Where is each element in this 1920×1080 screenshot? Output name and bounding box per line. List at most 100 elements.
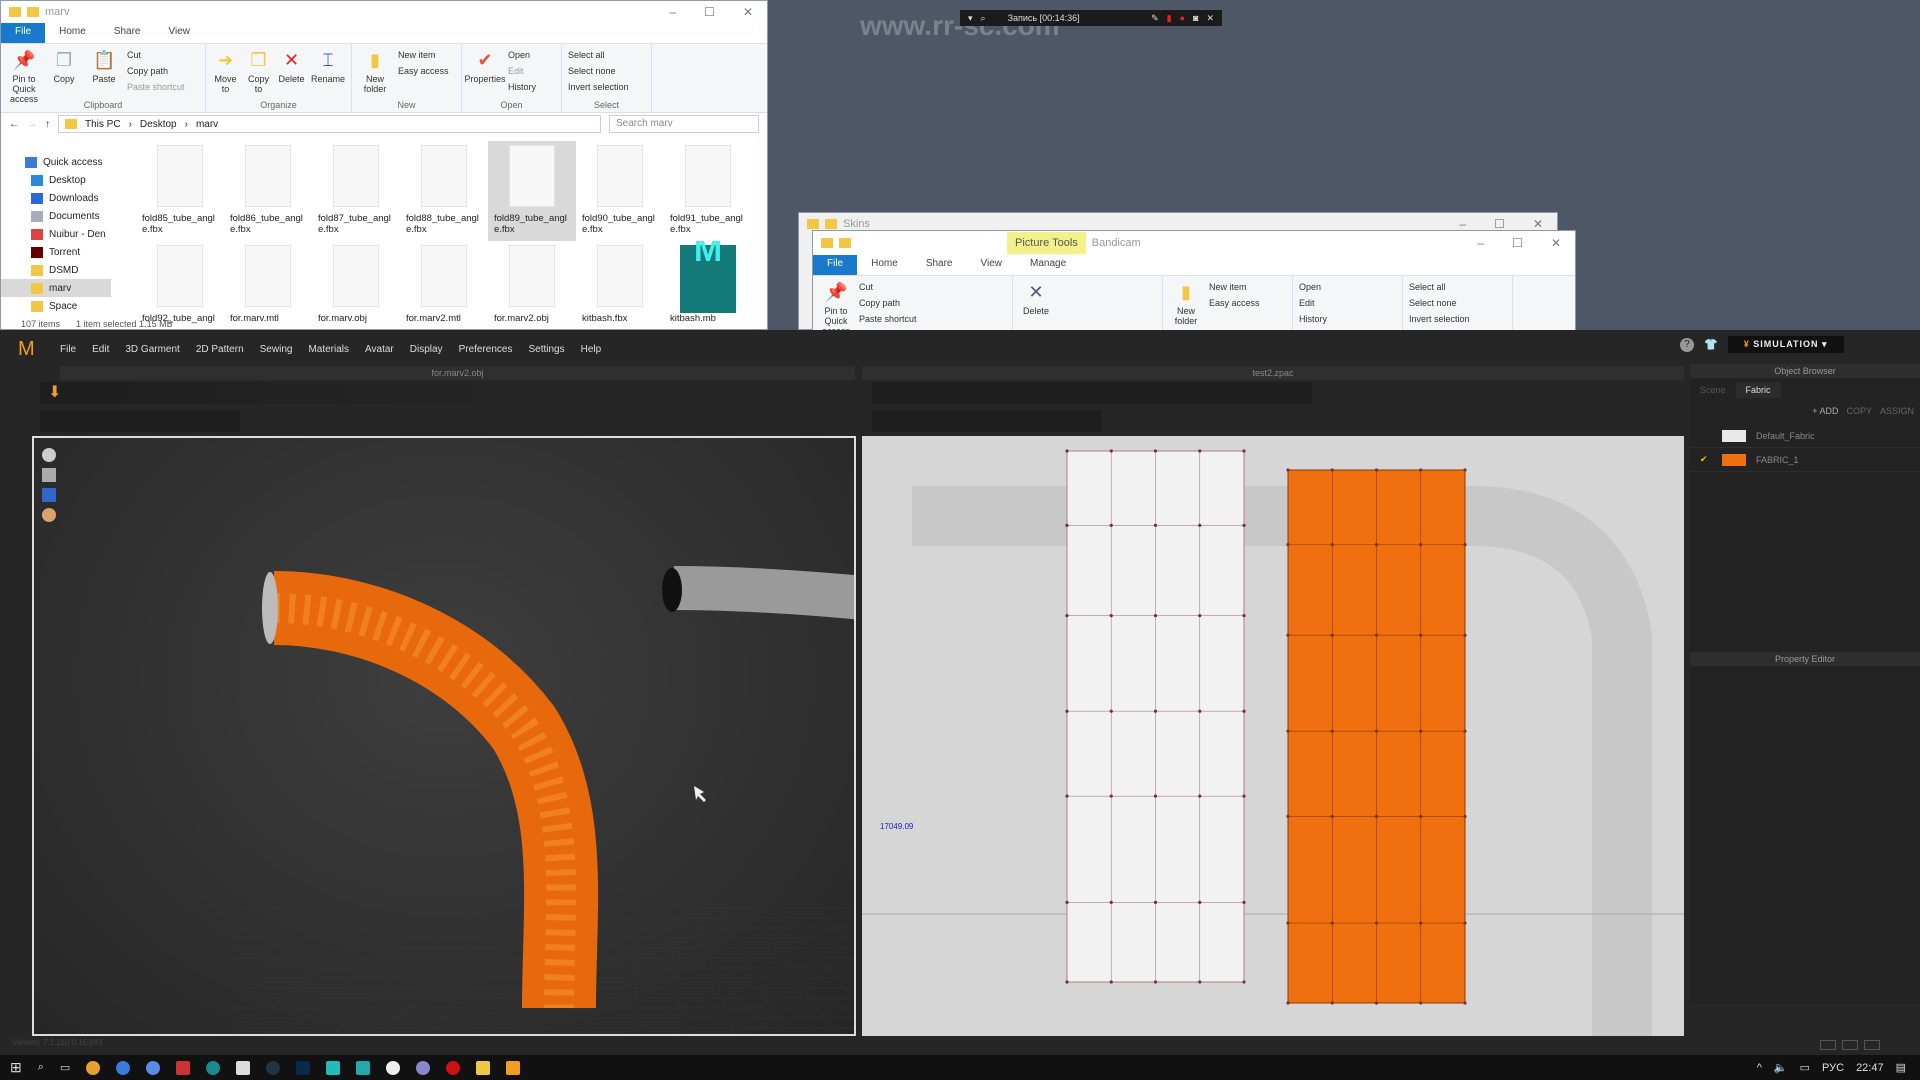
address-bar[interactable]: This PC › Desktop › marv (58, 115, 601, 133)
marvelous-designer-icon[interactable] (506, 1060, 521, 1075)
up-button[interactable]: ↑ (45, 119, 50, 130)
file-item[interactable]: fold90_tube_angle.fbx (576, 141, 664, 241)
menu-2d-pattern[interactable]: 2D Pattern (196, 344, 244, 355)
app-icon-teal[interactable] (206, 1060, 221, 1075)
history-button[interactable]: History (1299, 314, 1327, 324)
toolbar-2d-row2[interactable] (872, 410, 1102, 432)
help-icon[interactable]: ? (1680, 337, 1694, 352)
tab-fabric[interactable]: Fabric (1735, 382, 1781, 398)
select-all-button[interactable]: Select all (568, 50, 629, 60)
avatar-skin-icon[interactable] (42, 508, 56, 522)
minimize-button[interactable]: – (669, 5, 676, 19)
nav-item[interactable]: Desktop (1, 171, 111, 189)
file-item[interactable]: fold85_tube_angle.fbx (136, 141, 224, 241)
chrome-icon[interactable] (86, 1060, 101, 1075)
task-view-icon[interactable]: ▭ (60, 1061, 70, 1074)
copy-to-button[interactable]: ❐ Copy to (245, 48, 272, 108)
file-item[interactable]: fold88_tube_angle.fbx (400, 141, 488, 241)
delete-button[interactable]: ✕ Delete (1019, 280, 1053, 326)
paste-shortcut-button[interactable]: Paste shortcut (859, 314, 917, 324)
app-icon-blue[interactable] (116, 1060, 131, 1075)
open-button[interactable]: Open (508, 50, 536, 60)
easy-access-button[interactable]: Easy access (1209, 298, 1260, 308)
file-item[interactable]: for.marv2.obj (488, 241, 576, 341)
rename-button[interactable]: ⌶ Rename (311, 48, 345, 108)
viewport-2d[interactable]: 17049.09 (862, 436, 1684, 1036)
file-item[interactable]: kitbash.fbx (576, 241, 664, 341)
nav-item[interactable]: Torrent (1, 243, 111, 261)
file-item[interactable]: for.marv2.mtl (400, 241, 488, 341)
pause-button[interactable]: ▮ (1167, 13, 1172, 24)
clock[interactable]: 22:47 (1856, 1062, 1884, 1074)
menu-preferences[interactable]: Preferences (459, 344, 513, 355)
toolbar-3d-row1[interactable]: ⬇ (40, 382, 500, 404)
toolbar-3d-row2[interactable] (40, 410, 240, 432)
viewport-3d[interactable] (32, 436, 885, 1039)
network-icon[interactable]: ▭ (1800, 1061, 1810, 1074)
app-icon-navy[interactable] (266, 1060, 281, 1075)
menu-materials[interactable]: Materials (308, 344, 349, 355)
delete-button[interactable]: ✕ Delete (278, 48, 305, 108)
nav-item[interactable]: DSMD (1, 261, 111, 279)
paste-button[interactable]: 📋 Paste (87, 48, 121, 108)
tab-home[interactable]: Home (45, 23, 100, 43)
app-icon-purple[interactable] (416, 1060, 431, 1075)
copy-path-button[interactable]: Copy path (127, 66, 185, 76)
new-item-button[interactable]: New item (1209, 282, 1260, 292)
toolbar-2d-row1[interactable] (872, 382, 1312, 404)
menu-settings[interactable]: Settings (528, 344, 564, 355)
fabric-item[interactable]: ✔ FABRIC_1 (1690, 448, 1920, 472)
app-icon-white[interactable] (386, 1060, 401, 1075)
notifications-icon[interactable]: ▤ (1896, 1061, 1906, 1074)
search-icon[interactable]: ⌕ (38, 1061, 44, 1074)
maya-icon[interactable] (326, 1060, 341, 1075)
tab-home[interactable]: Home (857, 255, 912, 275)
tab-file[interactable]: File (813, 255, 858, 275)
tab-view[interactable]: View (155, 23, 205, 43)
camera-icon[interactable]: ◙ (1193, 13, 1198, 23)
menu-help[interactable]: Help (581, 344, 602, 355)
xmind-icon[interactable] (176, 1060, 191, 1075)
forward-button[interactable]: → (27, 119, 37, 130)
nav-item[interactable]: Downloads (1, 189, 111, 207)
windows-start-icon[interactable]: ⊞ (10, 1059, 22, 1076)
maximize-button[interactable]: ☐ (704, 5, 715, 19)
app-icon-blue2[interactable] (146, 1060, 161, 1075)
menu-display[interactable]: Display (410, 344, 443, 355)
volume-icon[interactable]: 🔈 (1774, 1061, 1788, 1074)
stop-button[interactable]: ● (1180, 13, 1185, 23)
file-item[interactable]: fold89_tube_angle.fbx (488, 141, 576, 241)
nav-item[interactable]: Documents (1, 207, 111, 225)
tab-share[interactable]: Share (100, 23, 155, 43)
history-button[interactable]: History (508, 82, 536, 92)
menu-sewing[interactable]: Sewing (260, 344, 293, 355)
nav-item[interactable]: Space (1, 297, 111, 315)
edit-button[interactable]: Edit (1299, 298, 1327, 308)
move-to-button[interactable]: ➜ Move to (212, 48, 239, 108)
edit-button[interactable]: Edit (508, 66, 536, 76)
invert-selection-button[interactable]: Invert selection (568, 82, 629, 92)
assign-fabric-button[interactable]: ASSIGN (1880, 406, 1914, 416)
select-none-button[interactable]: Select none (568, 66, 629, 76)
dropdown-icon[interactable]: ▾ (968, 13, 973, 24)
new-folder-button[interactable]: ▮ New folder (358, 48, 392, 108)
shirt-icon[interactable]: 👕 (1704, 338, 1718, 351)
zbrush-icon[interactable] (236, 1060, 251, 1075)
new-folder-button[interactable]: ▮ New folder (1169, 280, 1203, 326)
search-icon[interactable]: ⌕ (981, 13, 986, 24)
app-icon-red[interactable] (446, 1060, 461, 1075)
pencil-icon[interactable]: ✎ (1151, 13, 1159, 24)
add-fabric-button[interactable]: + ADD (1812, 406, 1838, 416)
file-item[interactable]: for.marv.mtl (224, 241, 312, 341)
properties-button[interactable]: ✔ Properties (464, 48, 505, 108)
close-button[interactable]: ✕ (743, 5, 753, 19)
tray-chevron-icon[interactable]: ^ (1757, 1062, 1762, 1074)
language-indicator[interactable]: РУС (1822, 1062, 1844, 1074)
menu-edit[interactable]: Edit (92, 344, 109, 355)
search-input[interactable]: Search marv (609, 115, 759, 133)
menu-file[interactable]: File (60, 344, 76, 355)
tab-share[interactable]: Share (912, 255, 967, 275)
avatar-hair-icon[interactable] (42, 448, 56, 462)
menu-avatar[interactable]: Avatar (365, 344, 394, 355)
breadcrumb-desktop[interactable]: Desktop (140, 119, 177, 130)
